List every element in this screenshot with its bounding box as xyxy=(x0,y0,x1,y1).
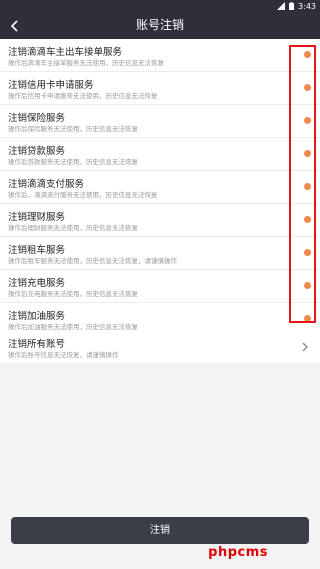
service-title: 注销保险服务 xyxy=(8,113,66,124)
cancel-all-accounts-row[interactable]: 注销所有账号 操作后账号信息无法恢复，请谨慎操作 xyxy=(0,331,320,363)
status-bar: 3:43 xyxy=(0,0,320,12)
highlight-box xyxy=(289,45,316,323)
service-row[interactable]: 注销租车服务 操作后租车服务无法使用，历史信息无法恢复，请谨慎操作 xyxy=(0,237,320,270)
nav-bar: 账号注销 xyxy=(0,12,320,39)
service-row[interactable]: 注销滴滴支付服务 操作后，滴滴支付服务无法使用，历史信息无法恢复 xyxy=(0,171,320,204)
service-title: 注销贷款服务 xyxy=(8,146,66,157)
service-subtitle: 操作后加油服务无法使用，历史信息无法恢复 xyxy=(8,323,138,331)
service-list: 注销滴滴车主出车接单服务 操作后滴滴车主接单服务无法使用，历史信息无法恢复 注销… xyxy=(0,39,320,336)
service-subtitle: 操作后理财服务无法使用，历史信息无法恢复 xyxy=(8,224,138,232)
service-row[interactable]: 注销贷款服务 操作后贷款服务无法使用，历史信息无法恢复 xyxy=(0,138,320,171)
chevron-right-icon xyxy=(302,342,308,352)
service-title: 注销加油服务 xyxy=(8,311,66,322)
service-row[interactable]: 注销充电服务 操作后充电服务无法使用，历史信息无法恢复 xyxy=(0,270,320,303)
service-subtitle: 操作后充电服务无法使用，历史信息无法恢复 xyxy=(8,290,138,298)
bottom-area xyxy=(0,559,320,569)
service-title: 注销滴滴车主出车接单服务 xyxy=(8,47,123,58)
service-subtitle: 操作后滴滴车主接单服务无法使用，历史信息无法恢复 xyxy=(8,59,164,67)
status-icons: 3:43 xyxy=(277,0,316,12)
signal-icon xyxy=(277,2,286,10)
cancel-button[interactable]: 注销 xyxy=(11,517,309,544)
service-row[interactable]: 注销理财服务 操作后理财服务无法使用，历史信息无法恢复 xyxy=(0,204,320,237)
service-title: 注销滴滴支付服务 xyxy=(8,179,85,190)
service-row[interactable]: 注销保险服务 操作后保险服务无法使用，历史信息无法恢复 xyxy=(0,105,320,138)
service-subtitle: 操作后信用卡申请服务无法使用，历史信息无法恢复 xyxy=(8,92,158,100)
service-subtitle: 操作后贷款服务无法使用，历史信息无法恢复 xyxy=(8,158,138,166)
service-row[interactable]: 注销滴滴车主出车接单服务 操作后滴滴车主接单服务无法使用，历史信息无法恢复 xyxy=(0,39,320,72)
service-row[interactable]: 注销信用卡申请服务 操作后信用卡申请服务无法使用，历史信息无法恢复 xyxy=(0,72,320,105)
service-subtitle: 操作后租车服务无法使用，历史信息无法恢复，请谨慎操作 xyxy=(8,257,177,265)
service-title: 注销租车服务 xyxy=(8,245,66,256)
service-title: 注销充电服务 xyxy=(8,278,66,289)
all-account-subtitle: 操作后账号信息无法恢复，请谨慎操作 xyxy=(8,351,119,359)
service-title: 注销理财服务 xyxy=(8,212,66,223)
service-title: 注销信用卡申请服务 xyxy=(8,80,94,91)
page-title: 账号注销 xyxy=(135,18,184,32)
clock: 3:43 xyxy=(298,1,316,11)
service-subtitle: 操作后，滴滴支付服务无法使用，历史信息无法恢复 xyxy=(8,191,158,199)
service-subtitle: 操作后保险服务无法使用，历史信息无法恢复 xyxy=(8,125,138,133)
watermark: phpcms xyxy=(208,545,268,560)
battery-icon xyxy=(289,2,295,10)
all-account-title: 注销所有账号 xyxy=(8,339,66,350)
